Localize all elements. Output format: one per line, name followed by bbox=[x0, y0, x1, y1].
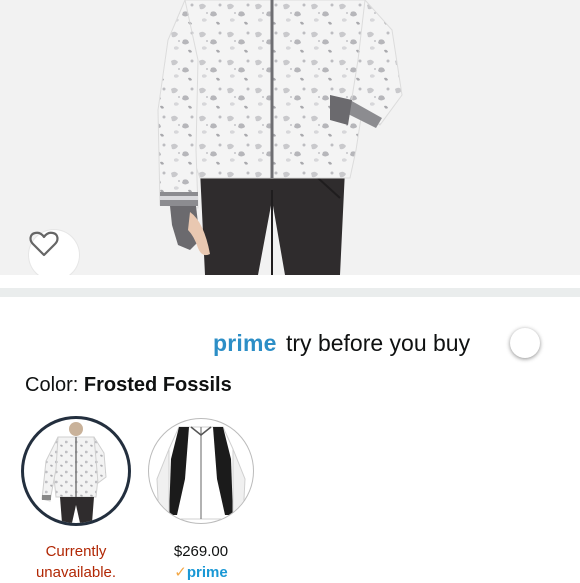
prime-check-icon: ✓ bbox=[174, 564, 187, 581]
prime-logo-text: prime bbox=[213, 330, 277, 356]
selected-color-name: Frosted Fossils bbox=[83, 374, 232, 396]
color-swatch-frosted-fossils[interactable] bbox=[24, 419, 128, 523]
color-label: Color: bbox=[25, 374, 79, 396]
section-divider bbox=[0, 288, 580, 297]
try-before-you-buy-label: try before you buy bbox=[286, 330, 471, 356]
availability-line-1: Currently bbox=[45, 543, 107, 560]
heart-outline-icon bbox=[29, 231, 59, 257]
swatch-jacket-image bbox=[156, 426, 246, 520]
swatch-availability-text: Currently unavailable. bbox=[14, 541, 138, 583]
prime-try-before-you-buy-row: prime try before you buy bbox=[0, 322, 580, 362]
color-selection-label: Color: Frosted Fossils bbox=[25, 374, 232, 397]
wishlist-button[interactable] bbox=[29, 230, 79, 275]
swatch-jacket-image bbox=[41, 422, 107, 523]
toggle-knob bbox=[510, 328, 540, 358]
product-hero-image[interactable] bbox=[0, 0, 580, 275]
color-swatch-white-black[interactable] bbox=[149, 419, 253, 523]
swatch-price: $269.00 bbox=[173, 543, 229, 560]
prime-try-toggle[interactable] bbox=[508, 326, 574, 360]
swatch-price-block: $269.00 ✓prime bbox=[149, 541, 253, 583]
jacket-illustration bbox=[157, 0, 403, 275]
prime-badge-label: prime bbox=[186, 564, 228, 581]
